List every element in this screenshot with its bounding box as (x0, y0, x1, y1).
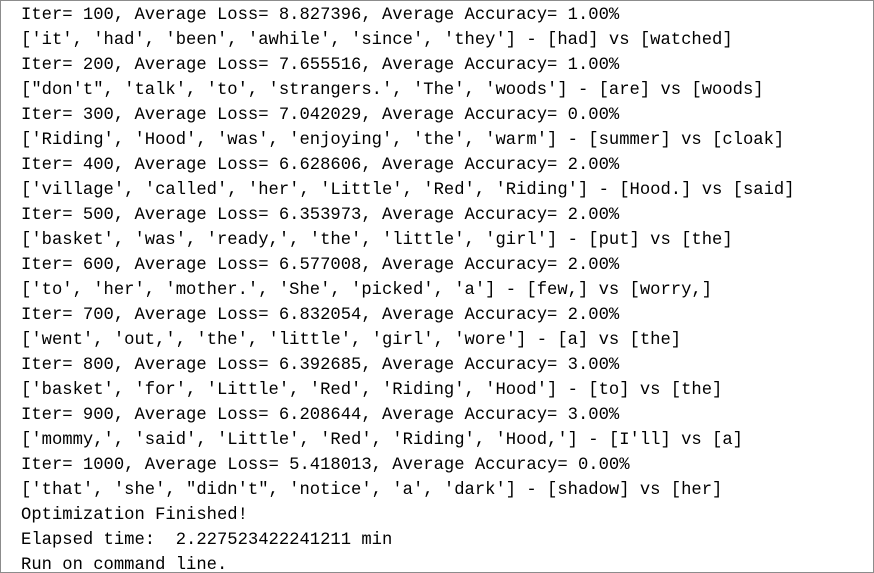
console-output-panel: Iter= 100, Average Loss= 8.827396, Avera… (0, 0, 874, 573)
iteration-line: Iter= 800, Average Loss= 6.392685, Avera… (21, 356, 620, 375)
prediction-line: ['village', 'called', 'her', 'Little', '… (21, 181, 795, 200)
iteration-line: Iter= 700, Average Loss= 6.832054, Avera… (21, 306, 620, 325)
prediction-line: ['that', 'she', "didn't", 'notice', 'a',… (21, 481, 723, 500)
elapsed-time-line: Elapsed time: 2.227523422241211 min (21, 531, 393, 550)
iteration-line: Iter= 600, Average Loss= 6.577008, Avera… (21, 256, 620, 275)
iteration-line: Iter= 200, Average Loss= 7.655516, Avera… (21, 56, 620, 75)
iteration-line: Iter= 900, Average Loss= 6.208644, Avera… (21, 406, 620, 425)
prediction-line: ['basket', 'was', 'ready,', 'the', 'litt… (21, 231, 733, 250)
iteration-line: Iter= 100, Average Loss= 8.827396, Avera… (21, 6, 620, 25)
iteration-line: Iter= 500, Average Loss= 6.353973, Avera… (21, 206, 620, 225)
prediction-line: ['to', 'her', 'mother.', 'She', 'picked'… (21, 281, 713, 300)
iteration-line: Iter= 1000, Average Loss= 5.418013, Aver… (21, 456, 630, 475)
console-output-lines: Iter= 100, Average Loss= 8.827396, Avera… (21, 3, 795, 573)
run-info-line: Run on command line. (21, 556, 228, 573)
prediction-line: ['went', 'out,', 'the', 'little', 'girl'… (21, 331, 682, 350)
prediction-line: ['mommy,', 'said', 'Little', 'Red', 'Rid… (21, 431, 743, 450)
iteration-line: Iter= 400, Average Loss= 6.628606, Avera… (21, 156, 620, 175)
prediction-line: ['Riding', 'Hood', 'was', 'enjoying', 't… (21, 131, 785, 150)
prediction-line: ['it', 'had', 'been', 'awhile', 'since',… (21, 31, 733, 50)
prediction-line: ['basket', 'for', 'Little', 'Red', 'Ridi… (21, 381, 723, 400)
prediction-line: ["don't", 'talk', 'to', 'strangers.', 'T… (21, 81, 764, 100)
optimization-finished-line: Optimization Finished! (21, 506, 248, 525)
iteration-line: Iter= 300, Average Loss= 7.042029, Avera… (21, 106, 620, 125)
